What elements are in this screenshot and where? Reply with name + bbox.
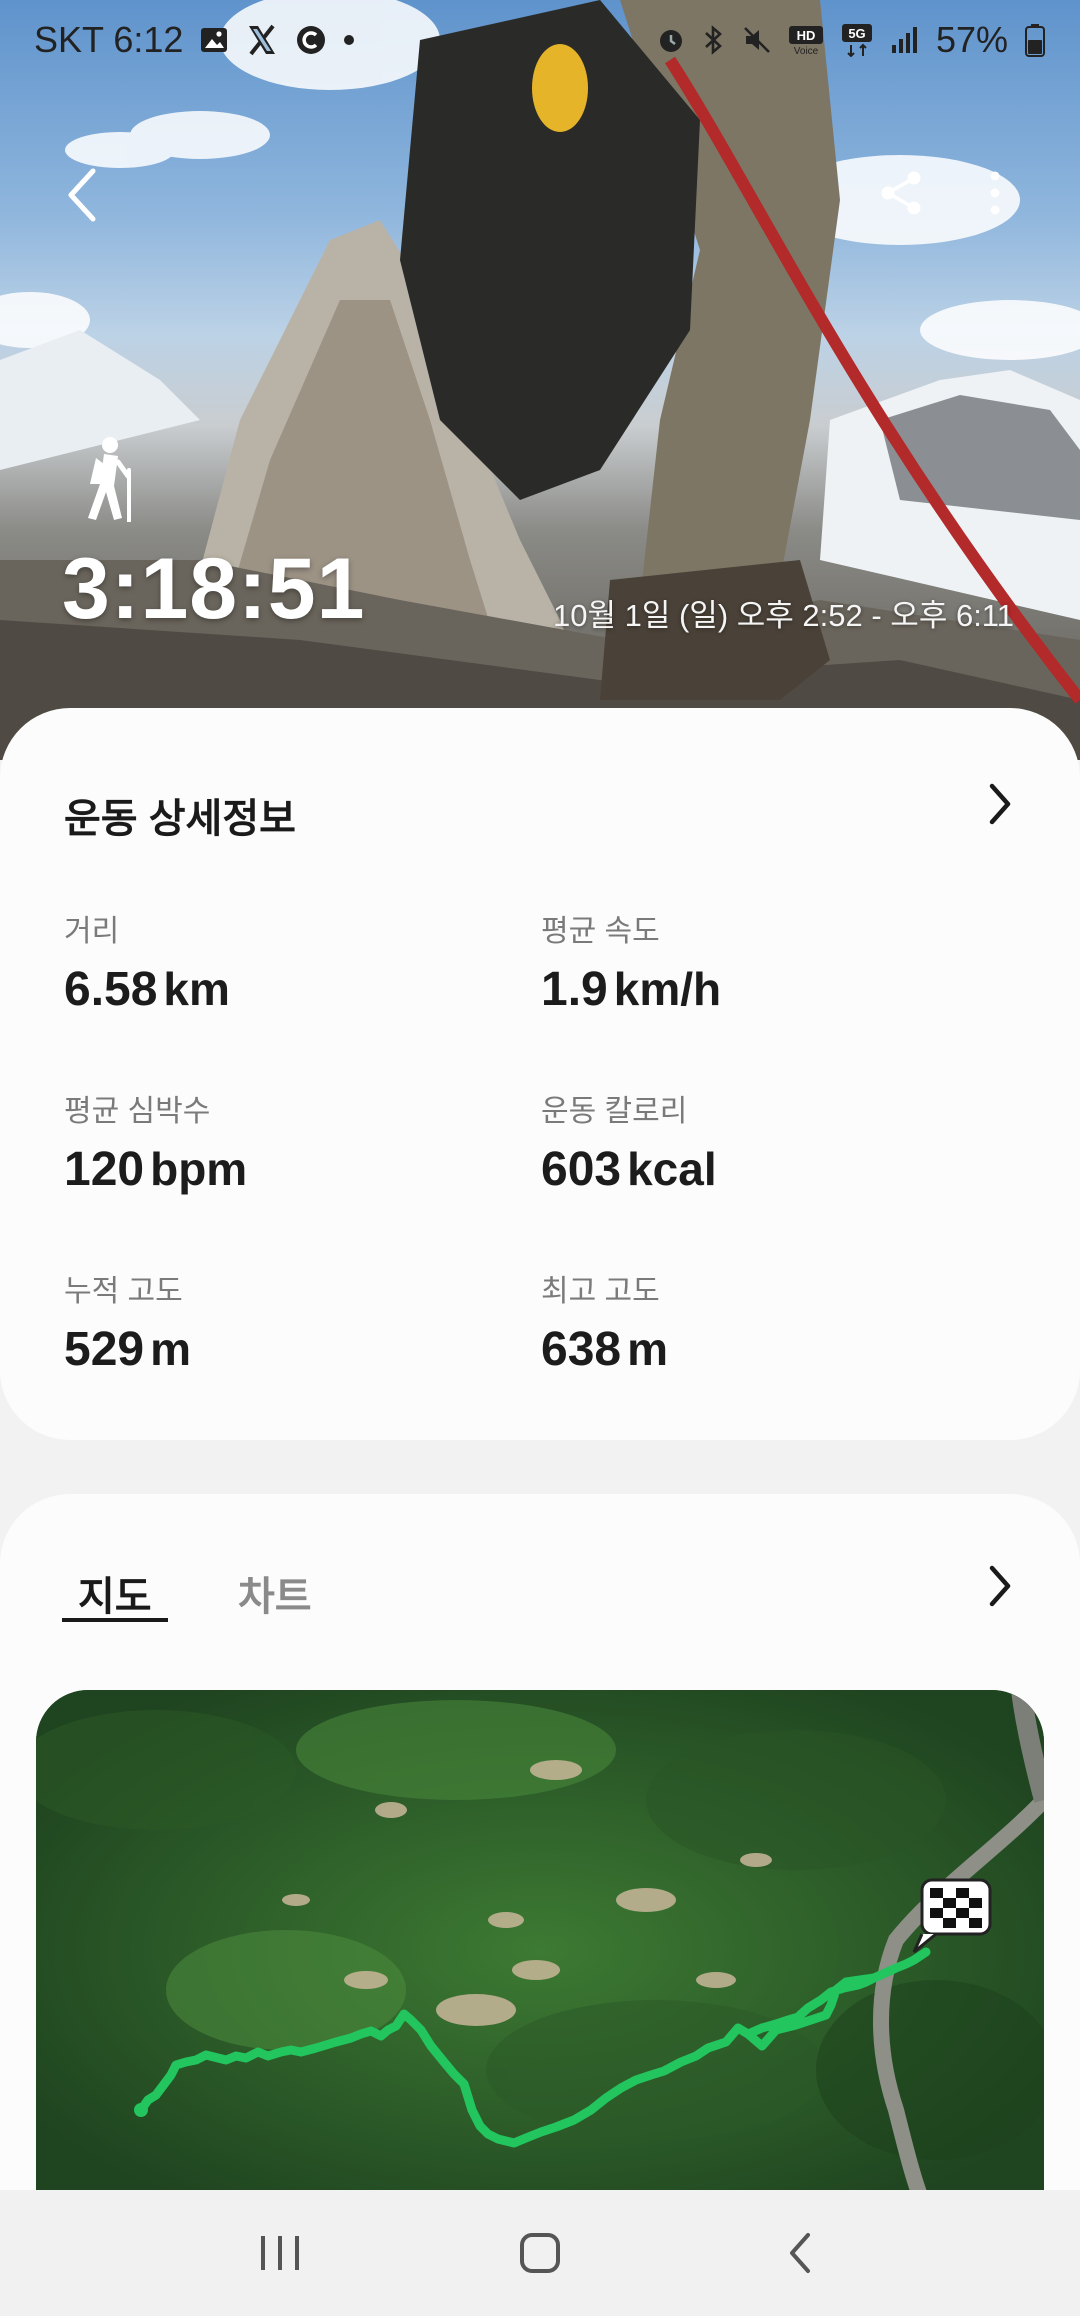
metric-value: 6.58 (64, 963, 158, 1016)
satellite-map (36, 1690, 1044, 2210)
hero-photo (0, 0, 1080, 760)
workout-details-card: 운동 상세정보 거리 6.58 km 평균 속도 1.9 km/h 평균 심박수 1… (0, 708, 1080, 1440)
mute-icon (742, 25, 772, 55)
metric-unit: m (627, 1323, 668, 1375)
back-button[interactable] (38, 150, 128, 240)
share-button[interactable] (856, 148, 946, 238)
chevron-left-icon (68, 168, 96, 222)
carrier-time: SKT 6:12 (34, 19, 184, 60)
metric-unit: kcal (627, 1143, 717, 1195)
metric-label: 누적 고도 (64, 1275, 183, 1308)
metric-label: 거리 (64, 915, 120, 948)
bluetooth-icon (702, 25, 726, 55)
workout-time-range: 10월 1일 (일) 오후 2:52 - 오후 6:11 (553, 598, 1014, 633)
dot-icon (343, 34, 355, 46)
metric-label: 평균 심박수 (64, 1095, 211, 1128)
status-bar: SKT 6:12 HD Voice 5G 57% (0, 0, 1080, 80)
metric-unit: bpm (150, 1143, 248, 1195)
5g-icon: 5G (840, 23, 874, 57)
metric-value: 529 (64, 1323, 145, 1376)
battery-percent: 57% (935, 19, 1008, 60)
system-nav-bar (0, 2190, 1080, 2316)
details-title: 운동 상세정보 (64, 797, 296, 841)
x-app-icon (245, 24, 279, 56)
back-icon (790, 2233, 810, 2273)
alarm-icon (656, 25, 686, 55)
battery-icon (1024, 23, 1046, 57)
metric-label: 운동 칼로리 (541, 1095, 688, 1128)
metric-value: 638 (541, 1323, 622, 1376)
more-options-button[interactable] (950, 148, 1040, 238)
tab-chart[interactable]: 차트 (238, 1564, 312, 1636)
hero-banner: SKT 6:12 HD Voice 5G 57% 3:18:51 10월 1일 … (0, 0, 1080, 760)
metric-value: 603 (541, 1143, 622, 1196)
tab-map[interactable]: 지도 (78, 1564, 152, 1636)
metric-avg-heart-rate: 평균 심박수 120 bpm (64, 1086, 247, 1197)
metric-elevation-gain: 누적 고도 529 m (64, 1266, 191, 1377)
active-tab-indicator (62, 1618, 168, 1622)
more-vertical-icon (990, 171, 1000, 215)
hd-voice-icon: HD Voice (788, 24, 824, 56)
metric-unit: m (150, 1323, 191, 1375)
metric-unit: km/h (613, 963, 722, 1015)
metric-value: 120 (64, 1143, 145, 1196)
metric-label: 평균 속도 (541, 915, 660, 948)
route-map[interactable] (36, 1690, 1044, 2210)
svg-text:HD: HD (797, 28, 816, 43)
metric-calories: 운동 칼로리 603 kcal (541, 1086, 717, 1197)
metric-max-elevation: 최고 고도 638 m (541, 1266, 668, 1377)
map-more-button[interactable] (960, 1546, 1040, 1626)
share-icon (881, 171, 921, 215)
workout-duration: 3:18:51 (62, 541, 366, 637)
home-button[interactable] (480, 2203, 600, 2303)
metric-unit: km (163, 963, 230, 1015)
svg-text:5G: 5G (848, 26, 865, 41)
signal-icon (890, 25, 920, 55)
metric-label: 최고 고도 (541, 1275, 660, 1308)
chevron-right-icon (989, 783, 1011, 825)
recent-apps-button[interactable] (220, 2203, 340, 2303)
metric-distance: 거리 6.58 km (64, 906, 230, 1017)
recent-apps-icon (261, 2236, 299, 2270)
metric-avg-speed: 평균 속도 1.9 km/h (541, 906, 721, 1017)
c-app-icon (295, 24, 327, 56)
details-more-button[interactable] (960, 764, 1040, 844)
metric-value: 1.9 (541, 963, 608, 1016)
home-icon (520, 2233, 560, 2273)
chevron-right-icon (989, 1565, 1011, 1607)
hiking-icon (74, 436, 140, 527)
gallery-icon (199, 25, 229, 55)
svg-text:Voice: Voice (794, 46, 819, 56)
back-nav-button[interactable] (740, 2203, 860, 2303)
